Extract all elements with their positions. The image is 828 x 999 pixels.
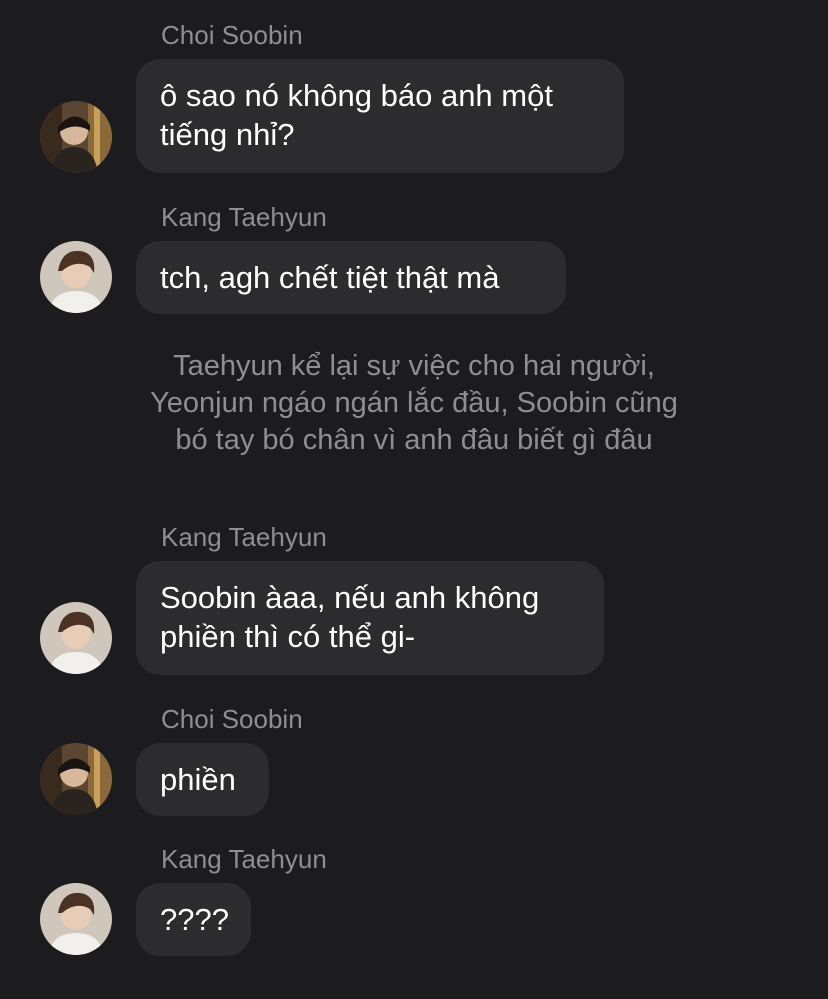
soobin-avatar[interactable]: [40, 101, 112, 173]
message-bubble[interactable]: Soobin àaa, nếu anh không phiền thì có t…: [136, 561, 604, 675]
message-bubble[interactable]: ô sao nó không báo anh một tiếng nhỉ?: [136, 59, 624, 173]
message-bubble[interactable]: tch, agh chết tiệt thật mà: [136, 241, 566, 314]
sender-name: Choi Soobin: [161, 20, 303, 50]
taehyun-avatar[interactable]: [40, 602, 112, 674]
sender-name: Kang Taehyun: [161, 202, 327, 232]
message-bubble[interactable]: phiền: [136, 743, 269, 816]
taehyun-avatar[interactable]: [40, 883, 112, 955]
sender-name: Choi Soobin: [161, 704, 303, 734]
narration-text: Taehyun kể lại sự việc cho hai người, Ye…: [150, 350, 678, 456]
taehyun-avatar[interactable]: [40, 241, 112, 313]
sender-name: Kang Taehyun: [161, 522, 327, 552]
message-bubble[interactable]: ????: [136, 883, 251, 956]
soobin-avatar[interactable]: [40, 743, 112, 815]
sender-name: Kang Taehyun: [161, 844, 327, 874]
